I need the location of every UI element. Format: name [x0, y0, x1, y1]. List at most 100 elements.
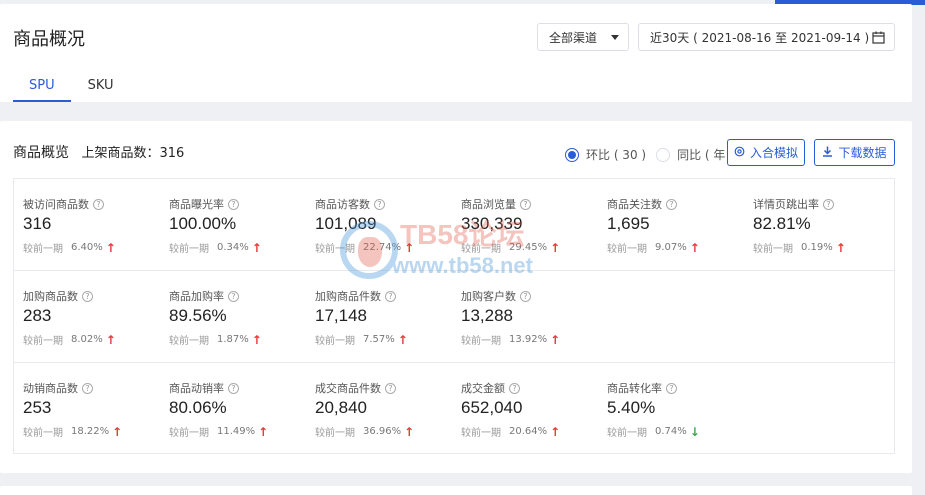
metrics-row: 加购商品数? 283 较前一期 8.02% ↑ 商品加购率? 89.56% 较前一期 1.87%…	[14, 271, 894, 363]
radio-year-over-year[interactable]: 同比 ( 年 )	[656, 146, 734, 163]
arrow-up-icon: ↑	[397, 332, 408, 347]
help-icon[interactable]: ?	[82, 290, 93, 302]
metric-compare: 较前一期 1.87% ↑	[169, 332, 262, 348]
help-icon[interactable]: ?	[385, 290, 396, 302]
download-button[interactable]: 下载数据	[814, 139, 895, 166]
metric-compare: 较前一期 18.22% ↑	[23, 424, 122, 440]
tab-spu[interactable]: SPU	[13, 66, 71, 102]
help-icon[interactable]: ?	[666, 198, 677, 210]
tab-sku[interactable]: SKU	[71, 66, 131, 102]
metric-value: 330,339	[461, 214, 523, 233]
metric-name-row: 成交商品件数?	[315, 380, 396, 396]
radio-label: 环比 ( 30 )	[586, 148, 647, 162]
help-icon[interactable]: ?	[666, 382, 677, 394]
arrow-up-icon: ↑	[550, 240, 561, 255]
metric-change: 22.74%	[363, 242, 402, 253]
metric-name: 商品关注数	[607, 198, 662, 211]
metric-compare: 较前一期 0.34% ↑	[169, 240, 262, 256]
help-icon[interactable]: ?	[520, 198, 531, 210]
metric-value: 82.81%	[753, 214, 811, 233]
help-icon[interactable]: ?	[374, 198, 385, 210]
help-icon[interactable]: ?	[823, 198, 834, 210]
metric-card: 商品加购率? 89.56% 较前一期 1.87% ↑	[160, 271, 306, 363]
metric-change: 9.07%	[655, 242, 687, 253]
metric-change: 7.57%	[363, 334, 395, 345]
help-icon[interactable]: ?	[93, 198, 104, 210]
compare-prefix: 较前一期	[461, 336, 501, 347]
metric-name-row: 动销商品数?	[23, 380, 93, 396]
metric-card: 加购商品件数? 17,148 较前一期 7.57% ↑	[306, 271, 452, 363]
radio-dot	[565, 147, 579, 162]
metric-name: 商品转化率	[607, 382, 662, 395]
metric-name-row: 被访问商品数?	[23, 196, 104, 212]
radio-month-over-month[interactable]: 环比 ( 30 )	[565, 146, 646, 163]
metric-name: 成交商品件数	[315, 382, 381, 395]
simulate-button[interactable]: 入合模拟	[727, 139, 805, 166]
help-icon[interactable]: ?	[509, 382, 520, 394]
help-icon[interactable]: ?	[82, 382, 93, 394]
arrow-up-icon: ↑	[550, 332, 561, 347]
compare-prefix: 较前一期	[461, 428, 501, 439]
metric-name-row: 商品转化率?	[607, 380, 677, 396]
help-icon[interactable]: ?	[228, 290, 239, 302]
metric-name-row: 详情页跳出率?	[753, 196, 834, 212]
metric-name: 加购商品件数	[315, 290, 381, 303]
metric-compare: 较前一期 29.45% ↑	[461, 240, 561, 256]
compare-prefix: 较前一期	[23, 244, 63, 255]
compare-prefix: 较前一期	[169, 428, 209, 439]
help-icon[interactable]: ?	[520, 290, 531, 302]
metric-value: 1,695	[607, 214, 650, 233]
download-icon	[822, 146, 833, 160]
help-icon[interactable]: ?	[228, 382, 239, 394]
arrow-up-icon: ↑	[404, 240, 415, 255]
arrow-up-icon: ↑	[404, 424, 415, 439]
arrow-up-icon: ↑	[251, 240, 262, 255]
metric-name: 加购客户数	[461, 290, 516, 303]
overview-card: 商品概览 上架商品数：316 环比 ( 30 ) 同比 ( 年 ) 入合模拟 下…	[0, 121, 912, 473]
metric-name-row: 商品浏览量?	[461, 196, 531, 212]
metric-name-row: 加购商品件数?	[315, 288, 396, 304]
metric-name-row: 商品动销率?	[169, 380, 239, 396]
metric-change: 8.02%	[71, 334, 103, 345]
date-range-picker[interactable]: 近30天 ( 2021-08-16 至 2021-09-14 )	[638, 23, 895, 51]
metric-card: 成交商品件数? 20,840 较前一期 36.96% ↑	[306, 363, 452, 455]
metric-compare: 较前一期 20.64% ↑	[461, 424, 560, 440]
help-icon[interactable]: ?	[385, 382, 396, 394]
metric-card: 被访问商品数? 316 较前一期 6.40% ↑	[14, 179, 160, 271]
arrow-up-icon: ↑	[835, 240, 846, 255]
arrow-up-icon: ↑	[105, 240, 116, 255]
metric-card: 成交金额? 652,040 较前一期 20.64% ↑	[452, 363, 598, 455]
metric-value: 100.00%	[169, 214, 237, 233]
compare-prefix: 较前一期	[169, 244, 209, 255]
metric-card: 详情页跳出率? 82.81% 较前一期 0.19% ↑	[744, 179, 890, 271]
metric-card: 商品浏览量? 330,339 较前一期 29.45% ↑	[452, 179, 598, 271]
metric-value: 20,840	[315, 398, 367, 417]
metric-change: 36.96%	[363, 426, 402, 437]
compare-prefix: 较前一期	[607, 428, 647, 439]
compare-prefix: 较前一期	[315, 428, 355, 439]
calendar-icon	[872, 31, 885, 47]
header-card: 商品概况 全部渠道 近30天 ( 2021-08-16 至 2021-09-14…	[0, 4, 912, 102]
metric-card: 商品访客数? 101,089 较前一期 22.74% ↑	[306, 179, 452, 271]
metric-name: 商品加购率	[169, 290, 224, 303]
metric-name-row: 成交金额?	[461, 380, 520, 396]
metric-change: 29.45%	[509, 242, 548, 253]
metric-value: 652,040	[461, 398, 523, 417]
overview-title: 商品概览	[13, 145, 69, 161]
compare-prefix: 较前一期	[169, 336, 209, 347]
metric-compare: 较前一期 6.40% ↑	[23, 240, 116, 256]
metrics-grid: 被访问商品数? 316 较前一期 6.40% ↑ 商品曝光率? 100.00% 较前一期 0.3…	[13, 178, 895, 454]
help-icon[interactable]: ?	[228, 198, 239, 210]
metric-compare: 较前一期 13.92% ↑	[461, 332, 561, 348]
arrow-up-icon: ↑	[251, 332, 262, 347]
compare-prefix: 较前一期	[315, 336, 355, 347]
channel-select-value: 全部渠道	[549, 30, 598, 45]
metric-card: 加购客户数? 13,288 较前一期 13.92% ↑	[452, 271, 598, 363]
arrow-down-icon: ↓	[689, 424, 700, 439]
metric-name-row: 商品曝光率?	[169, 196, 239, 212]
compare-prefix: 较前一期	[461, 244, 501, 255]
tab-bar: SPU SKU	[13, 66, 131, 102]
arrow-up-icon: ↑	[689, 240, 700, 255]
metric-card: 加购商品数? 283 较前一期 8.02% ↑	[14, 271, 160, 363]
channel-select[interactable]: 全部渠道	[537, 23, 629, 51]
